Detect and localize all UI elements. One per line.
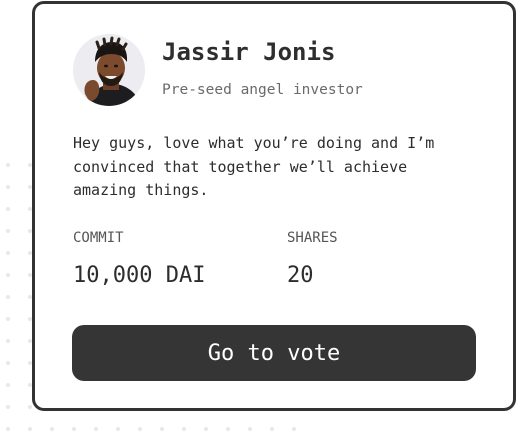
shares-label: SHARES [287, 230, 338, 246]
investor-message: Hey guys, love what you’re doing and I’m… [73, 134, 435, 199]
commit-value: 10,000 DAI [73, 263, 206, 288]
shares-value: 20 [287, 263, 314, 288]
avatar [73, 34, 145, 106]
investor-name: Jassir Jonis [162, 38, 336, 66]
commit-label: COMMIT [73, 230, 124, 246]
go-to-vote-button[interactable]: Go to vote [72, 325, 476, 381]
avatar-photo [73, 34, 145, 106]
investor-role: Pre-seed angel investor [162, 82, 363, 98]
investor-card: Jassir Jonis Pre-seed angel investor Hey… [32, 1, 516, 411]
